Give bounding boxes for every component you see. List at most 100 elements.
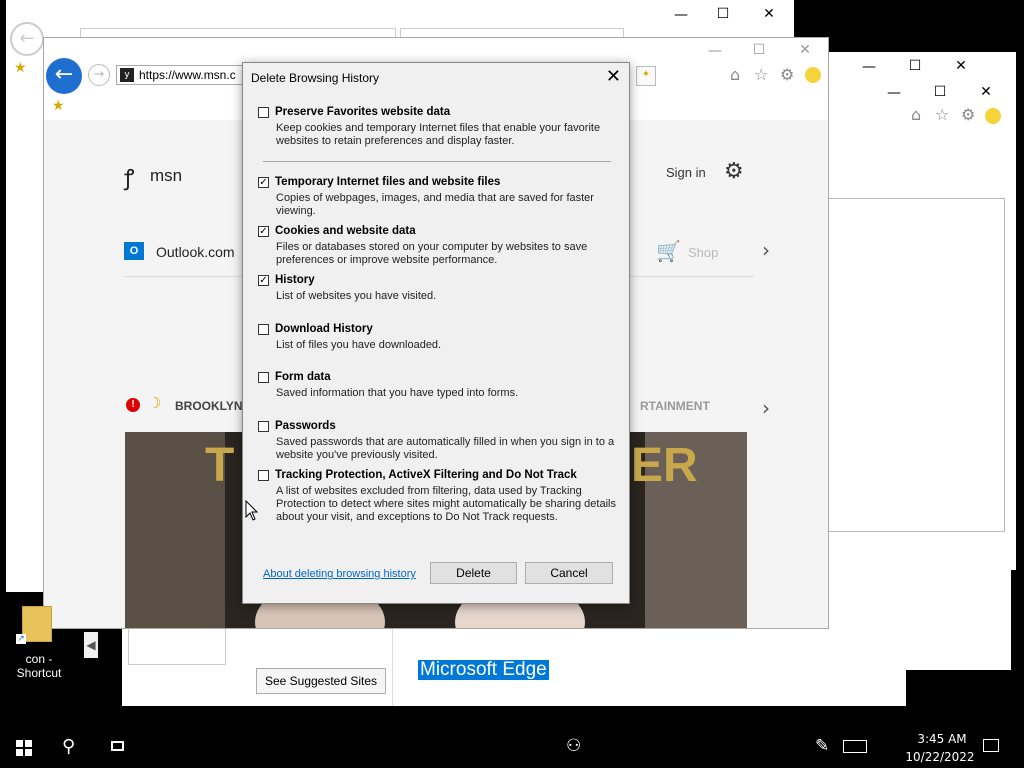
cancel-button[interactable]: Cancel [525,562,613,584]
back-nav-back-icon[interactable]: ← [10,22,44,56]
start-windows-icon[interactable] [16,740,32,756]
smiley-icon[interactable] [805,67,821,83]
dialog-close-button[interactable]: ✕ [606,67,621,87]
desktop-shortcut[interactable]: ↗ con - Shortcut [10,604,68,684]
shortcut-arrow-icon: ↗ [16,634,26,644]
favorites-icon[interactable]: ☆ [754,66,768,84]
option-label[interactable]: Tracking Protection, ActiveX Filtering a… [275,469,577,481]
maximize-button[interactable]: ☐ [933,85,947,99]
option-label[interactable]: Form data [275,371,331,383]
home-icon[interactable]: ⌂ [911,106,921,124]
checkbox-tracking-protection[interactable] [258,470,269,481]
settings-icon[interactable]: ⚙ [961,106,975,124]
option-description: Saved information that you have typed in… [276,387,519,399]
checkbox-cookies[interactable]: ✓ [258,226,269,237]
scroll-left-arrow-icon[interactable]: ◀ [84,632,98,658]
back-favorites-star-icon[interactable]: ★ [14,60,27,76]
option-label[interactable]: Passwords [275,420,336,432]
weather-alert-icon: ! [126,398,140,412]
maximize-button[interactable]: ☐ [716,7,730,21]
action-center-icon[interactable] [983,739,999,752]
dialog-title: Delete Browsing History [251,71,380,85]
minimize-button[interactable]: — [887,86,901,100]
minimize-button[interactable]: — [862,60,876,74]
option-label[interactable]: Preserve Favorites website data [275,106,450,118]
option-description: Keep cookies and temporary Internet file… [276,122,601,147]
option-description: List of websites you have visited. [276,290,437,302]
people-icon[interactable]: ⚇ [566,736,581,756]
task-view-icon[interactable] [109,738,127,754]
news-next-chevron-icon[interactable]: › [762,396,770,420]
minimize-button[interactable]: — [708,44,722,58]
see-suggested-sites-button[interactable]: See Suggested Sites [256,668,386,694]
shop-link[interactable]: Shop [688,245,718,260]
search-icon[interactable]: ⚲ [62,736,75,757]
about-deleting-history-link[interactable]: About deleting browsing history [263,568,416,580]
pen-workspace-icon[interactable]: ✎ [815,736,829,756]
clock-time[interactable]: 3:45 AM [912,732,972,746]
option-label[interactable]: Cookies and website data [275,225,416,237]
suggested-input [128,628,226,665]
outlook-icon[interactable]: O [124,242,144,260]
image-sign-letters-right: ER [631,439,698,492]
option-label[interactable]: Temporary Internet files and website fil… [275,176,500,188]
option-label[interactable]: History [275,274,315,286]
close-button[interactable]: ✕ [954,59,968,73]
close-button[interactable]: ✕ [762,7,776,21]
moon-icon: ☽ [148,394,162,412]
msn-butterfly-icon[interactable]: ꝭ [124,162,134,192]
maximize-button[interactable]: ☐ [908,59,922,73]
new-tab-icon[interactable]: ✦ [636,66,656,86]
settings-icon[interactable]: ⚙ [780,66,794,84]
shop-cart-icon[interactable]: 🛒 [656,239,681,263]
mouse-cursor-icon [245,500,259,521]
forward-button[interactable]: → [88,64,110,86]
option-label[interactable]: Download History [275,323,373,335]
checkbox-preserve-favorites[interactable] [258,107,269,118]
msn-logo-text[interactable]: msn [150,166,182,186]
address-text: https://www.msn.c [139,68,236,82]
back-browser-window-bottom: See Suggested Sites Microsoft Edge [122,628,906,706]
separator [263,161,611,162]
home-icon[interactable]: ⌂ [730,66,740,84]
option-description: List of files you have downloaded. [276,339,442,351]
page-frame [825,198,1005,532]
image-sign-letter-left: T [205,439,235,492]
outlook-link[interactable]: Outlook.com [156,244,235,260]
nav-next-chevron-icon[interactable]: › [762,238,770,262]
close-button[interactable]: ✕ [798,43,812,57]
address-bar[interactable]: y https://www.msn.c [116,65,244,85]
close-button[interactable]: ✕ [979,85,993,99]
minimize-button[interactable]: — [674,8,688,22]
checkbox-form-data[interactable] [258,372,269,383]
shortcut-label-line2: Shortcut [16,666,62,680]
option-description: Copies of webpages, images, and media th… [276,192,594,217]
checkbox-download-history[interactable] [258,324,269,335]
entertainment-tab[interactable]: RTAINMENT [640,399,710,413]
clock-date[interactable]: 10/22/2022 [904,750,976,764]
back-browser-window-3: — ☐ ✕ ⌂ ☆ ⚙ [825,80,1011,670]
divider [392,628,393,706]
weather-location[interactable]: BROOKLYN [175,399,243,413]
checkbox-passwords[interactable] [258,421,269,432]
site-favicon-icon: y [120,68,134,82]
favorites-icon[interactable]: ☆ [935,106,949,124]
option-description: A list of websites excluded from filteri… [276,485,616,523]
checkbox-temporary-internet-files[interactable]: ✓ [258,177,269,188]
taskbar: ⚲ ⚇ ✎ 3:45 AM 10/22/2022 [0,728,1024,768]
option-description: Files or databases stored on your comput… [276,241,588,266]
delete-browsing-history-dialog: Delete Browsing History ✕ Preserve Favor… [242,62,630,604]
maximize-button[interactable]: ☐ [752,43,766,57]
favorites-bar-star-icon[interactable]: ★ [52,98,65,114]
microsoft-edge-text: Microsoft Edge [418,660,549,680]
option-description: Saved passwords that are automatically f… [276,436,615,461]
checkbox-history[interactable]: ✓ [258,275,269,286]
keyboard-icon[interactable] [843,740,867,753]
msn-settings-icon[interactable]: ⚙ [724,159,744,184]
folder-icon [22,606,52,642]
smiley-icon[interactable] [985,108,1001,124]
shortcut-label-line1: con - [25,652,53,666]
delete-button[interactable]: Delete [430,562,517,584]
back-button[interactable]: ← [46,58,82,94]
sign-in-link[interactable]: Sign in [666,165,706,180]
